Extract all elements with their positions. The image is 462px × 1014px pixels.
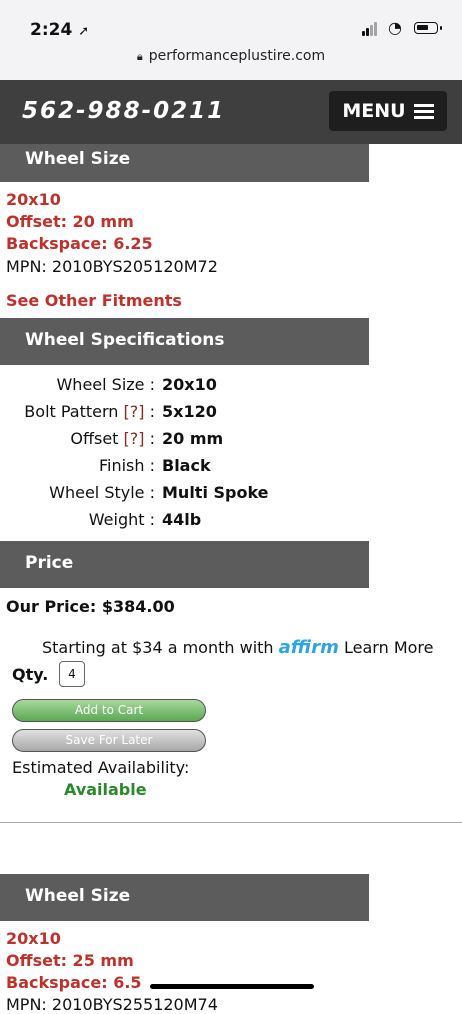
spec-value: Black (162, 456, 211, 475)
spec-label: Wheel Size (56, 375, 145, 394)
status-bar: 2:24 ➚ ◔ 🔒︎ performanceplustire.com (0, 0, 462, 80)
wheel-size-value: 20x10 (6, 190, 61, 209)
see-other-fitments-link[interactable]: See Other Fitments (6, 291, 182, 310)
affirm-financing: Starting at $34 a month with affirm Lear… (42, 637, 433, 658)
menu-label: MENU (342, 100, 406, 122)
backspace-value-2: Backspace: 6.5 (6, 973, 142, 992)
divider (0, 822, 462, 823)
spec-row-wheel-style: Wheel Style : Multi Spoke (49, 483, 269, 502)
lock-icon: 🔒︎ (136, 50, 143, 63)
menu-button[interactable]: MENU (329, 91, 447, 131)
spec-value: Multi Spoke (162, 483, 269, 502)
spec-label: Finish (98, 456, 145, 475)
spec-value: 44lb (162, 510, 202, 529)
phone-number-link[interactable]: 562-988-0211 (22, 98, 225, 124)
section-header-wheel-size: Wheel Size (0, 144, 369, 182)
spec-row-wheel-size: Wheel Size : 20x10 (56, 375, 217, 394)
url-text: performanceplustire.com (148, 48, 326, 64)
wifi-icon: ◔ (388, 18, 402, 37)
spec-row-finish: Finish : Black (98, 456, 211, 475)
home-indicator[interactable] (150, 984, 314, 989)
address-bar[interactable]: 🔒︎ performanceplustire.com (0, 48, 462, 64)
wheel-size-value-2: 20x10 (6, 929, 61, 948)
spec-value: 20 mm (162, 429, 224, 448)
our-price: Our Price: $384.00 (6, 597, 175, 616)
hamburger-icon (413, 104, 434, 119)
backspace-value: Backspace: 6.25 (6, 234, 153, 253)
spec-value: 5x120 (162, 402, 217, 421)
location-arrow-icon: ➚ (78, 24, 90, 39)
availability-status: Available (64, 780, 147, 799)
availability-label: Estimated Availability: (12, 758, 190, 777)
spec-row-offset: Offset [?] : 20 mm (70, 429, 224, 448)
qty-label: Qty. (12, 665, 49, 684)
affirm-logo: affirm (278, 637, 339, 658)
add-to-cart-button[interactable]: Add to Cart (12, 699, 206, 722)
quantity-input[interactable]: 4 (59, 661, 85, 687)
spec-label: Bolt Pattern (24, 402, 119, 421)
section-header-wheel-size-2: Wheel Size (0, 874, 369, 921)
mpn-value-2: MPN: 2010BYS255120M74 (6, 995, 218, 1014)
offset-value: Offset: 20 mm (6, 212, 134, 231)
learn-more-link[interactable]: Learn More (344, 638, 433, 657)
section-header-wheel-specifications: Wheel Specifications (0, 318, 369, 365)
affirm-text: Starting at $34 a month with (42, 638, 274, 657)
help-link[interactable]: [?] (124, 429, 145, 448)
offset-value-2: Offset: 25 mm (6, 951, 134, 970)
battery-icon (414, 22, 442, 34)
site-header: 562-988-0211 MENU (0, 80, 462, 144)
spec-row-bolt-pattern: Bolt Pattern [?] : 5x120 (24, 402, 217, 421)
spec-value: 20x10 (162, 375, 217, 394)
help-link[interactable]: [?] (124, 402, 145, 421)
spec-label: Offset (70, 429, 119, 448)
spec-label: Wheel Style (49, 483, 145, 502)
spec-row-weight: Weight : 44lb (88, 510, 202, 529)
save-for-later-button[interactable]: Save For Later (12, 729, 206, 752)
clock: 2:24 ➚ (30, 20, 90, 40)
section-header-price: Price (0, 541, 369, 588)
spec-label: Weight (88, 510, 145, 529)
mpn-value: MPN: 2010BYS205120M72 (6, 257, 218, 276)
cellular-signal-icon (362, 22, 380, 36)
